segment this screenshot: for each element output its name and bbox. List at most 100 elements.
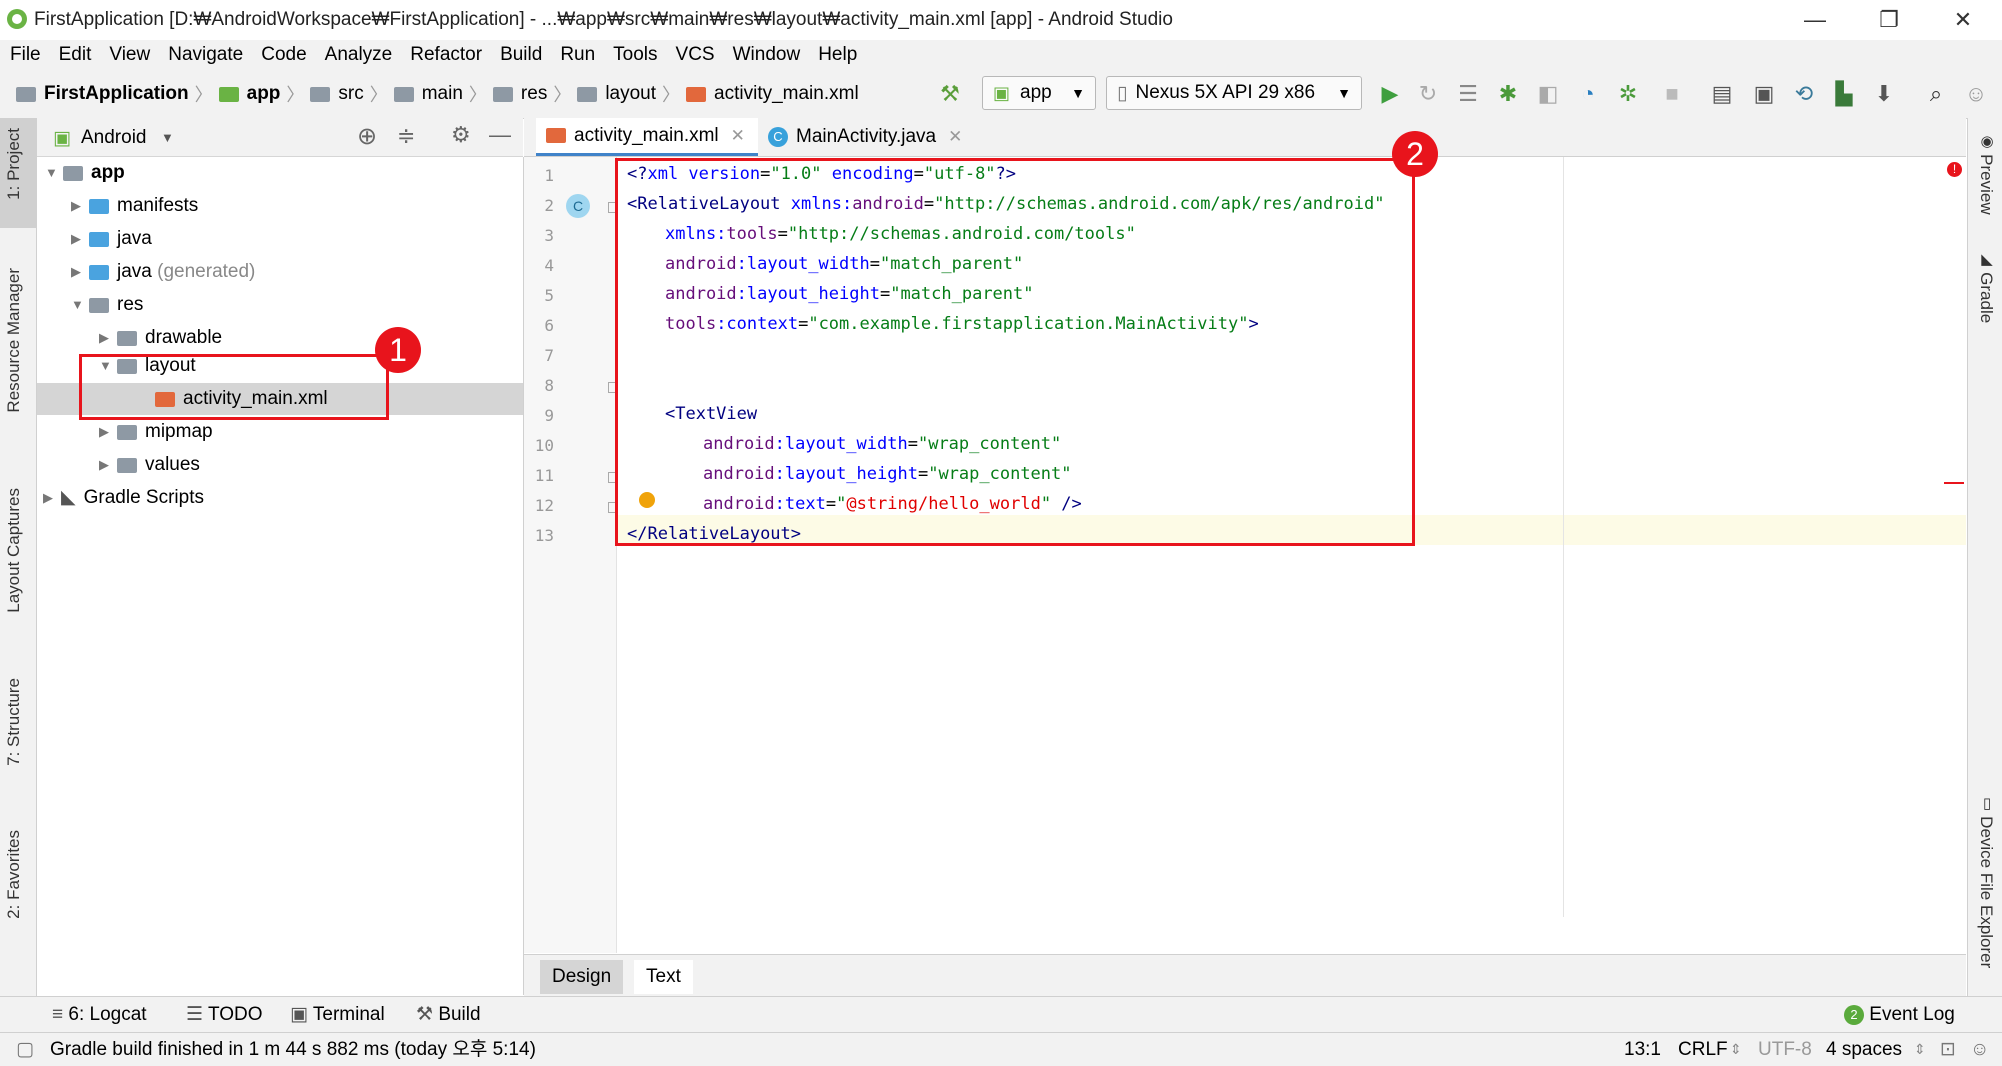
run-config-select[interactable]: ▣ app ▼ [982, 76, 1096, 110]
profile-icon[interactable]: ◔ [1574, 80, 1602, 108]
menu-tools[interactable]: Tools [604, 40, 666, 70]
menu-run[interactable]: Run [551, 40, 604, 70]
menu-build[interactable]: Build [491, 40, 551, 70]
collapse-all-icon[interactable]: ≑ [397, 123, 415, 149]
tab-design[interactable]: Design [540, 960, 624, 994]
line-number: 6 [544, 316, 554, 335]
menu-file[interactable]: File [1, 40, 50, 70]
tool-build[interactable]: ⚒ Build [416, 997, 481, 1033]
tab-preview[interactable]: ◉ Preview [1976, 132, 1996, 215]
debug-icon[interactable]: ✱ [1494, 80, 1522, 108]
tree-item-manifests[interactable]: ▶ manifests [71, 190, 198, 222]
folder-icon [117, 424, 137, 440]
project-structure-icon[interactable]: ▤ [1708, 80, 1736, 108]
tree-item-mipmap[interactable]: ▶ mipmap [99, 416, 213, 448]
close-window-button[interactable]: ✕ [1938, 4, 1988, 36]
project-panel-header: ▣ Android ▼ ⊕ ≑ ⚙ — [37, 118, 523, 157]
restore-button[interactable]: ❐ [1864, 4, 1914, 36]
apply-code-changes-icon[interactable]: ☰ [1454, 80, 1482, 108]
tab-project[interactable]: 1: Project [4, 128, 24, 200]
stop-icon[interactable]: ■ [1658, 80, 1686, 108]
device-select[interactable]: ▯ Nexus 5X API 29 x86 ▼ [1106, 76, 1362, 110]
terminal-icon[interactable]: ▣ [1750, 80, 1778, 108]
sync-gradle-icon[interactable]: ⟲ [1790, 80, 1818, 108]
tool-event-log[interactable]: 2 Event Log [1844, 997, 1955, 1033]
tab-resource-manager[interactable]: Resource Manager [4, 268, 24, 413]
menu-code[interactable]: Code [252, 40, 315, 70]
tool-todo[interactable]: ☰ TODO [186, 997, 263, 1033]
gear-icon[interactable]: ⚙ [451, 122, 471, 148]
tree-item-java[interactable]: ▶ java [71, 223, 152, 255]
breadcrumb-project[interactable]: FirstApplication 〉 [16, 70, 213, 118]
android-icon: ▣ [993, 82, 1011, 103]
locate-file-icon[interactable]: ⊕ [357, 122, 377, 151]
caret-position[interactable]: 13:1 [1624, 1033, 1661, 1066]
breadcrumb-main[interactable]: main 〉 [393, 70, 487, 118]
error-stripe-mark[interactable] [1944, 482, 1964, 484]
menu-window[interactable]: Window [724, 40, 810, 70]
menu-edit[interactable]: Edit [50, 40, 101, 70]
window-title: FirstApplication [D:₩AndroidWorkspace₩Fi… [34, 9, 1173, 30]
tab-gradle[interactable]: ◣ Gradle [1976, 250, 1996, 323]
tree-item-java-generated[interactable]: ▶ java (generated) [71, 256, 255, 288]
breadcrumb-layout[interactable]: layout 〉 [577, 70, 680, 118]
line-number: 13 [534, 526, 554, 545]
avd-manager-icon[interactable]: ▙ [1830, 80, 1858, 108]
breadcrumb-file[interactable]: activity_main.xml [686, 70, 859, 118]
inspector-icon[interactable]: ☺ [1970, 1033, 1989, 1066]
line-separator[interactable]: CRLF [1678, 1033, 1728, 1066]
tree-item-values[interactable]: ▶ values [99, 449, 200, 481]
tab-text[interactable]: Text [634, 960, 693, 994]
tree-item-res[interactable]: ▼ res [71, 289, 143, 321]
tab-activity-main-xml[interactable]: activity_main.xml ✕ [536, 118, 758, 156]
attach-debugger-icon[interactable]: ◧ [1534, 80, 1562, 108]
tree-item-gradle-scripts[interactable]: ▶ ◣ Gradle Scripts [43, 482, 204, 514]
hide-panel-icon[interactable]: — [489, 122, 511, 148]
tree-item-app[interactable]: ▼ app [45, 157, 125, 189]
todo-icon: ☰ [186, 1004, 208, 1025]
apply-changes-icon[interactable]: ↻ [1414, 80, 1442, 108]
make-project-icon[interactable]: ⚒ [936, 80, 964, 108]
code-editor[interactable]: <?xml version="1.0" encoding="utf-8"?> <… [615, 131, 1966, 953]
module-folder-icon [63, 165, 83, 181]
close-tab-icon[interactable]: ✕ [731, 126, 745, 146]
chevron-down-icon[interactable]: ▼ [161, 130, 174, 145]
minimize-button[interactable]: — [1790, 4, 1840, 36]
line-number: 7 [544, 346, 554, 365]
line-number: 8 [544, 376, 554, 395]
error-indicator-icon[interactable]: ! [1947, 162, 1962, 177]
file-encoding[interactable]: UTF-8 [1758, 1033, 1812, 1066]
status-panel-toggle-icon[interactable]: ▢ [16, 1033, 34, 1066]
menu-navigate[interactable]: Navigate [159, 40, 252, 70]
tab-structure[interactable]: 7: Structure [4, 678, 24, 766]
close-tab-icon[interactable]: ✕ [948, 127, 962, 147]
menu-analyze[interactable]: Analyze [316, 40, 402, 70]
user-icon[interactable]: ☺ [1962, 80, 1990, 108]
search-icon[interactable]: ⌕ [1922, 80, 1950, 108]
terminal-icon: ▣ [290, 1004, 313, 1025]
breadcrumb-app[interactable]: app 〉 [218, 70, 304, 118]
tab-layout-captures[interactable]: Layout Captures [4, 488, 24, 613]
breadcrumb-src[interactable]: src 〉 [310, 70, 388, 118]
indent-setting[interactable]: 4 spaces [1826, 1033, 1902, 1066]
tab-favorites[interactable]: 2: Favorites [4, 830, 24, 919]
tool-terminal[interactable]: ▣ Terminal [290, 997, 385, 1033]
attach-process-icon[interactable]: ✲ [1614, 80, 1642, 108]
breadcrumb-res[interactable]: res 〉 [492, 70, 571, 118]
run-icon[interactable]: ▶ [1376, 80, 1404, 108]
menu-view[interactable]: View [100, 40, 159, 70]
eye-icon: ◉ [1978, 132, 1995, 155]
line-number: 2 [544, 196, 554, 215]
tab-main-activity-java[interactable]: C MainActivity.java ✕ [758, 118, 984, 156]
project-view-select[interactable]: Android [81, 127, 147, 149]
status-message[interactable]: Gradle build finished in 1 m 44 s 882 ms… [50, 1033, 536, 1066]
generated-folder-icon [89, 264, 109, 280]
sdk-manager-icon[interactable]: ⬇ [1870, 80, 1898, 108]
menu-refactor[interactable]: Refactor [401, 40, 491, 70]
tool-logcat[interactable]: ≡ 6: Logcat [52, 997, 147, 1033]
tab-device-file-explorer[interactable]: ▯ Device File Explorer [1976, 794, 1996, 968]
related-class-icon[interactable]: C [566, 194, 590, 218]
lock-icon[interactable]: ⊡ [1940, 1033, 1956, 1066]
menu-help[interactable]: Help [809, 40, 866, 70]
menu-vcs[interactable]: VCS [667, 40, 724, 70]
